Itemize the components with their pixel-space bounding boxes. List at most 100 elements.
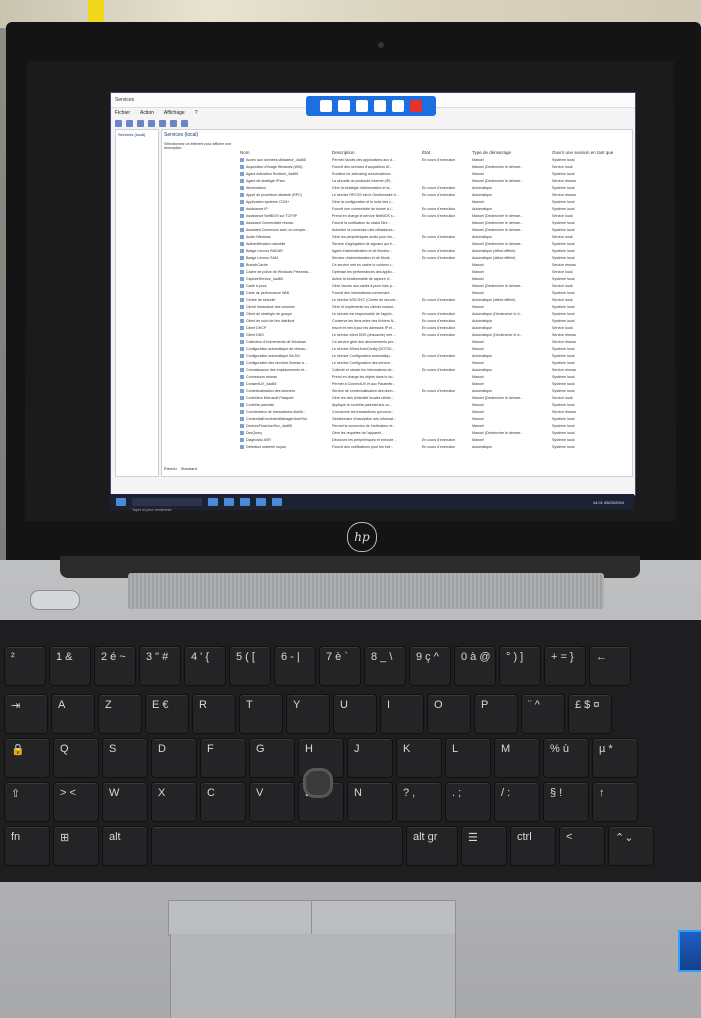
key[interactable]: R	[192, 694, 236, 734]
tab-etendu[interactable]: Étendu	[164, 466, 177, 471]
key[interactable]: L	[445, 738, 491, 778]
screen-icon[interactable]	[374, 100, 386, 112]
table-row[interactable]: Assistance IP Fournit une connectivité de…	[162, 207, 632, 212]
key[interactable]: % ù	[543, 738, 589, 778]
table-row[interactable]: Configuration des services Bureau à ... L…	[162, 361, 632, 366]
table-row[interactable]: Centre de sécurité Le service WSCSVC (Cen…	[162, 298, 632, 303]
table-row[interactable]: Carte à puce Gère l'accès aux cartes à pu…	[162, 284, 632, 289]
key[interactable]: U	[333, 694, 377, 734]
key[interactable]: J	[347, 738, 393, 778]
key[interactable]: I	[380, 694, 424, 734]
key[interactable]: V	[249, 782, 295, 822]
table-row[interactable]: Client de suivi de lien distribué Conserv…	[162, 319, 632, 324]
table-row[interactable]: Client DNS Le service client DNS (dnscach…	[162, 333, 632, 338]
touchpad-buttons[interactable]	[168, 900, 456, 936]
table-row[interactable]: Alimentation Gère la stratégie d'alimenta…	[162, 186, 632, 191]
key[interactable]: 3 " #	[139, 646, 181, 686]
trackpoint[interactable]	[303, 768, 333, 798]
search-box[interactable]: Taper ici pour rechercher	[132, 498, 202, 512]
table-row[interactable]: ConsentUX_4ad65 Permet à ConnectUX et aux…	[162, 382, 632, 387]
menu-help[interactable]: ?	[195, 110, 198, 116]
key[interactable]: > <	[53, 782, 99, 822]
table-row[interactable]: Contrôleur Microsoft Passport Gère les cl…	[162, 396, 632, 401]
table-row[interactable]: Connexions réseau Prend en charge les obj…	[162, 375, 632, 380]
key[interactable]: + = }	[544, 646, 586, 686]
menu-fichier[interactable]: Fichier	[115, 110, 130, 116]
table-row[interactable]: Configuration automatique de réseau... Le…	[162, 347, 632, 352]
key[interactable]: ⇥	[4, 694, 48, 734]
table-row[interactable]: BranchCache Ce service met en cache le co…	[162, 263, 632, 268]
key[interactable]: Z	[98, 694, 142, 734]
table-row[interactable]: CaptureService_4ad65 Active la fonctionna…	[162, 277, 632, 282]
table-row[interactable]: Audio Windows Gère les périphériques audi…	[162, 235, 632, 240]
table-row[interactable]: Coordinateur de transactions distrib... C…	[162, 410, 632, 415]
table-row[interactable]: CredentialEnrollmentManagerUserSvc Gestio…	[162, 417, 632, 422]
key[interactable]: W	[102, 782, 148, 822]
clock[interactable]: 14:01 05/03/2024	[593, 500, 624, 505]
table-row[interactable]: Acquisition d'image Windows (WIA) Fournit…	[162, 165, 632, 170]
table-row[interactable]: Carte de performance WMI Fournit des info…	[162, 291, 632, 296]
table-row[interactable]: Badge Lenovo RADAR Agent d'administration…	[162, 249, 632, 254]
key[interactable]: 6 - |	[274, 646, 316, 686]
key[interactable]: ←	[589, 646, 631, 686]
key[interactable]: alt	[102, 826, 148, 866]
key[interactable]: µ *	[592, 738, 638, 778]
tree-item-services[interactable]: Services (local)	[116, 130, 158, 139]
key[interactable]: ⊞	[53, 826, 99, 866]
table-row[interactable]: Authentification naturelle Service d'agré…	[162, 242, 632, 247]
table-row[interactable]: Diagnostic ASR Découvre les périphériques…	[162, 438, 632, 443]
table-row[interactable]: Assistance NetBIOS sur TCP/IP Prend en ch…	[162, 214, 632, 219]
key[interactable]: X	[151, 782, 197, 822]
key[interactable]: G	[249, 738, 295, 778]
key[interactable]: D	[151, 738, 197, 778]
key[interactable]: ° ) ]	[499, 646, 541, 686]
key[interactable]: P	[474, 694, 518, 734]
start-icon[interactable]	[116, 498, 126, 506]
key[interactable]: 🔒	[4, 738, 50, 778]
table-row[interactable]: Badge Lenovo SAM Serveur d'administration…	[162, 256, 632, 261]
key[interactable]: 1 &	[49, 646, 91, 686]
table-row[interactable]: Accès aux données utilisateur_4ad65 Perme…	[162, 158, 632, 163]
key[interactable]: ¨ ^	[521, 694, 565, 734]
key[interactable]: 2 é ~	[94, 646, 136, 686]
stop-icon[interactable]	[181, 119, 188, 127]
key[interactable]: ²	[4, 646, 46, 686]
key[interactable]: T	[239, 694, 283, 734]
col-etat[interactable]: État	[422, 150, 430, 155]
key[interactable]: Y	[286, 694, 330, 734]
key[interactable]: £ $ ¤	[568, 694, 612, 734]
table-row[interactable]: Client DHCP Inscrit et met à jour les adr…	[162, 326, 632, 331]
col-description[interactable]: Description	[332, 150, 355, 155]
pin-icon[interactable]	[320, 100, 332, 112]
table-row[interactable]: Agent de stratégie IPsec La sécurité du p…	[162, 179, 632, 184]
key[interactable]: 8 _ \	[364, 646, 406, 686]
help-icon[interactable]	[159, 119, 166, 127]
key[interactable]: ctrl	[510, 826, 556, 866]
key[interactable]: § !	[543, 782, 589, 822]
key[interactable]: 9 ç ^	[409, 646, 451, 686]
table-row[interactable]: Appel de procédure distante (RPC) Le serv…	[162, 193, 632, 198]
touchpad[interactable]	[170, 934, 456, 1018]
key[interactable]: ☰	[461, 826, 507, 866]
mail-icon[interactable]	[256, 498, 266, 506]
info-icon[interactable]	[338, 100, 350, 112]
table-row[interactable]: Cache de police de Windows Presenta... Op…	[162, 270, 632, 275]
forward-icon[interactable]	[126, 119, 133, 127]
key[interactable]: . ;	[445, 782, 491, 822]
table-row[interactable]: Cliché instantané des volumes Gère et imp…	[162, 305, 632, 310]
table-row[interactable]: Connaissance des emplacements ré... Colle…	[162, 368, 632, 373]
key[interactable]: fn	[4, 826, 50, 866]
table-row[interactable]: Contextualisation des données Service de …	[162, 389, 632, 394]
col-type-demarrage[interactable]: Type de démarrage	[472, 150, 511, 155]
more-icon[interactable]	[392, 100, 404, 112]
key[interactable]: O	[427, 694, 471, 734]
play-icon[interactable]	[170, 119, 177, 127]
key[interactable]: Q	[53, 738, 99, 778]
key[interactable]: ⌃⌄	[608, 826, 654, 866]
table-row[interactable]: Collecteur d'événements de Windows Ce ser…	[162, 340, 632, 345]
key[interactable]: 4 ' {	[184, 646, 226, 686]
key[interactable]: <	[559, 826, 605, 866]
key[interactable]: / :	[494, 782, 540, 822]
key[interactable]: 0 à @	[454, 646, 496, 686]
key[interactable]: 7 è `	[319, 646, 361, 686]
